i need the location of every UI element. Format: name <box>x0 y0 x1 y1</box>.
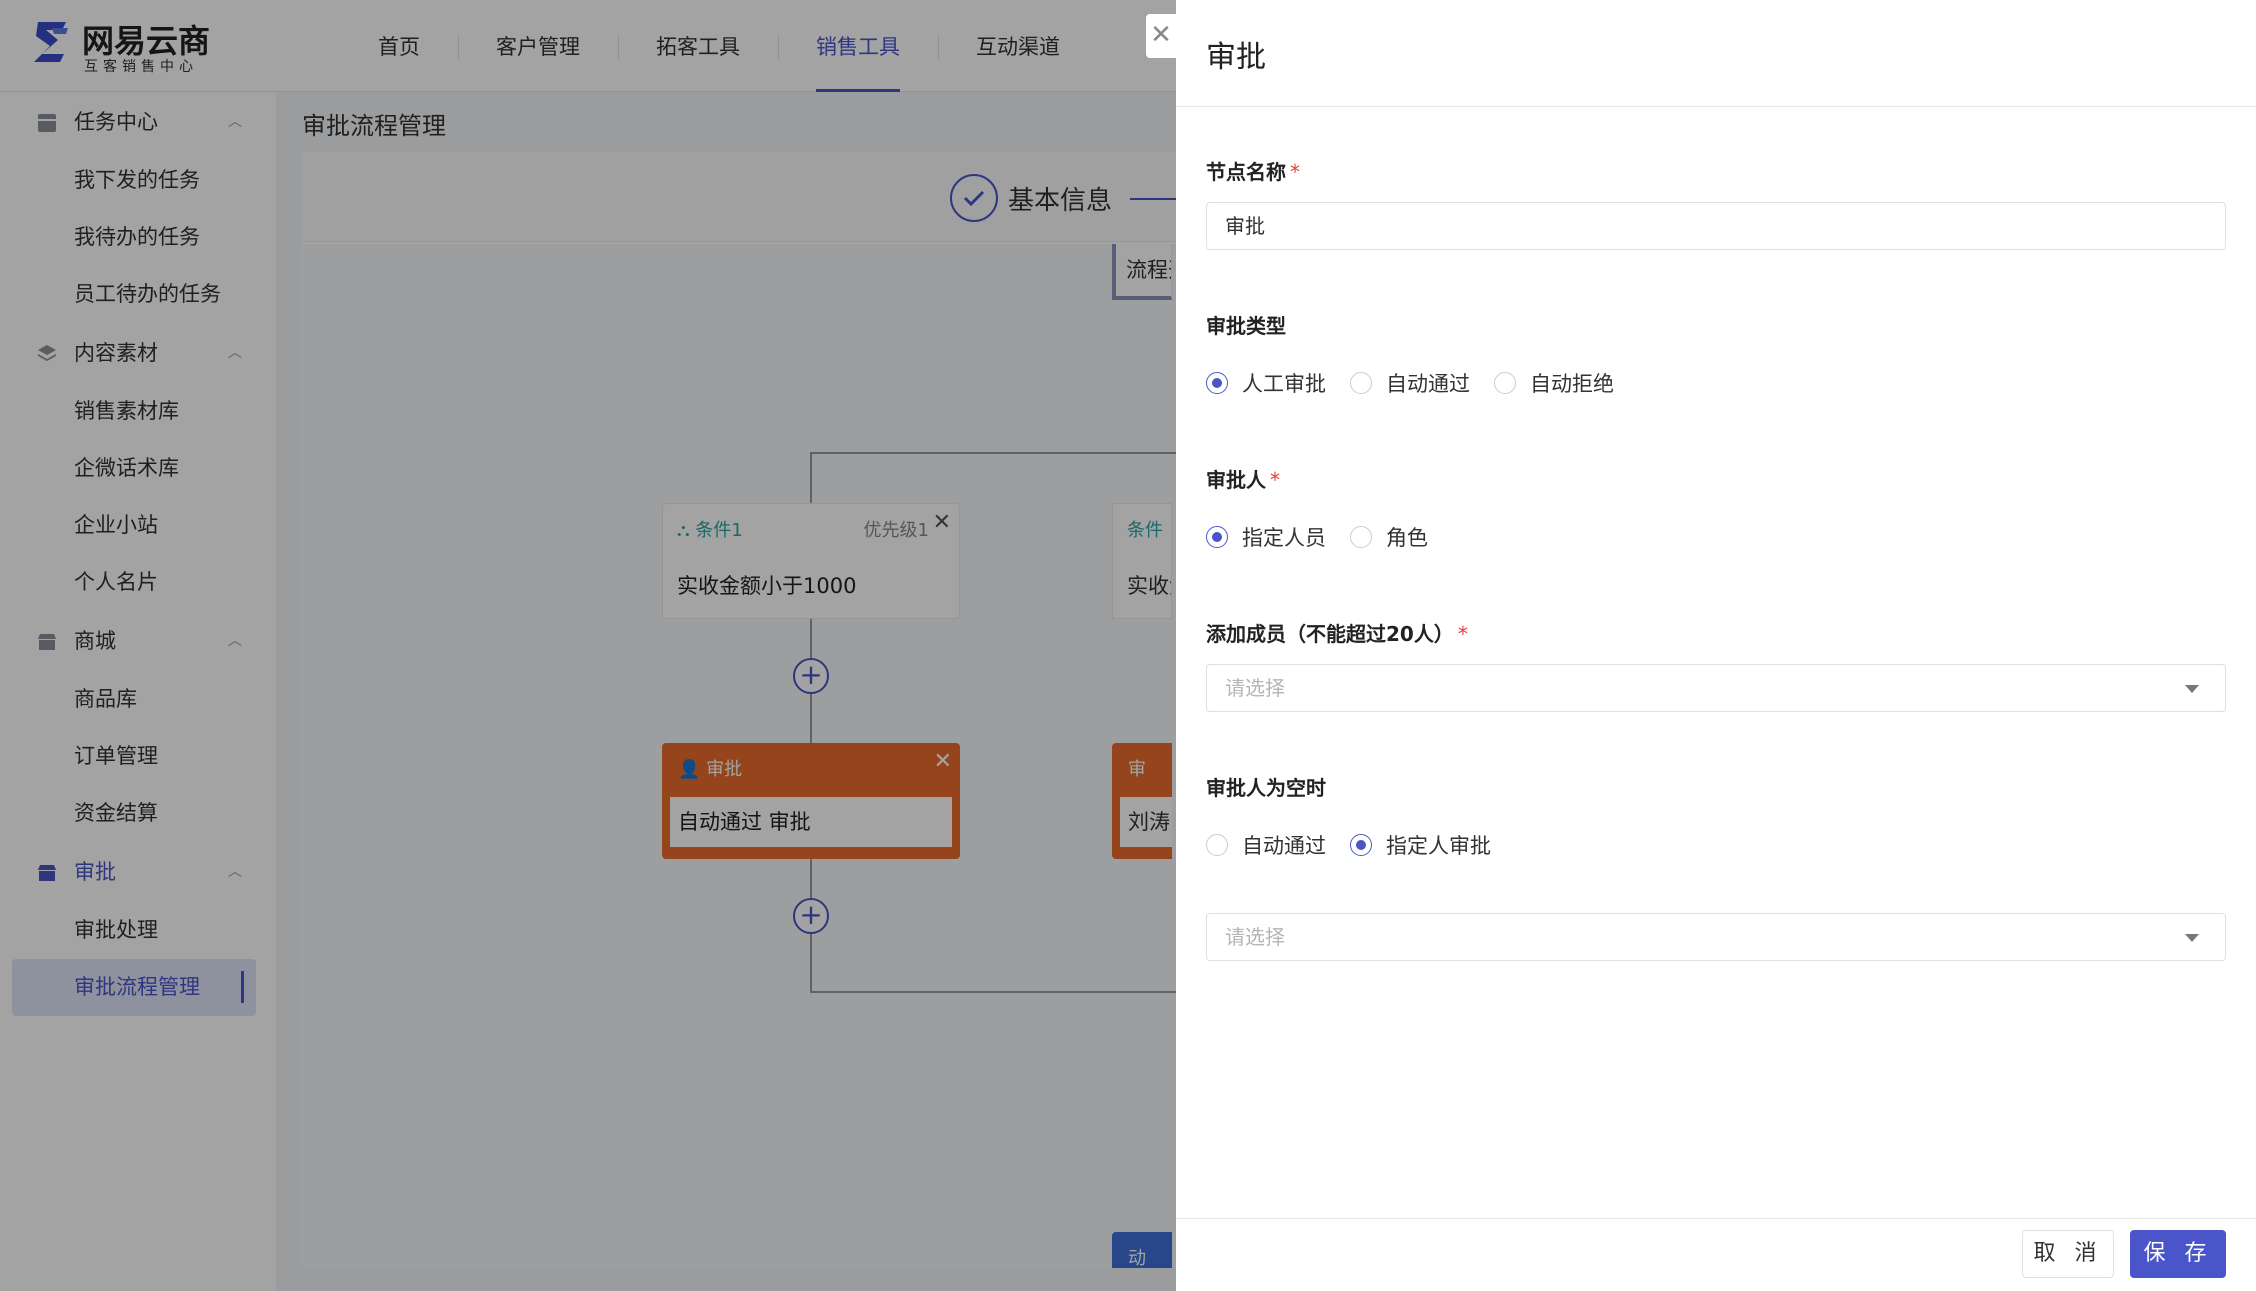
drawer-title: 审批 <box>1206 40 1266 75</box>
drawer-close-icon[interactable]: ✕ <box>1146 14 1176 58</box>
approver-radio-group: 指定人员 角色 <box>1206 522 1452 552</box>
node-name-label: 节点名称 * <box>1206 160 1300 184</box>
members-select[interactable]: 请选择 <box>1206 664 2226 712</box>
caret-down-icon <box>2185 685 2199 693</box>
cancel-button[interactable]: 取 消 <box>2022 1230 2114 1278</box>
empty-approver-radio-group: 自动通过 指定人审批 <box>1206 830 1515 860</box>
radio-manual-approval[interactable]: 人工审批 <box>1206 368 1326 398</box>
node-name-input[interactable]: 审批 <box>1206 202 2226 250</box>
divider <box>1176 1218 2256 1219</box>
approval-drawer: 审批 节点名称 * 审批 审批类型 人工审批 自动通过 自动拒绝 审批人 * 指定人… <box>1176 0 2256 1291</box>
app-root: 网易云商 互客销售中心 首页 客户管理 拓客工具 销售工具 互动渠道 任务中心 … <box>0 0 2256 1291</box>
radio-auto-pass[interactable]: 自动通过 <box>1350 368 1470 398</box>
members-label: 添加成员（不能超过20人） * <box>1206 622 1468 646</box>
empty-approver-label: 审批人为空时 <box>1206 776 1326 800</box>
divider <box>1176 106 2256 107</box>
radio-auto-reject[interactable]: 自动拒绝 <box>1494 368 1614 398</box>
approver-label: 审批人 * <box>1206 468 1280 492</box>
radio-empty-auto-pass[interactable]: 自动通过 <box>1206 830 1326 860</box>
approval-type-label: 审批类型 <box>1206 314 1286 338</box>
caret-down-icon <box>2185 934 2199 942</box>
radio-role[interactable]: 角色 <box>1350 522 1428 552</box>
save-button[interactable]: 保 存 <box>2130 1230 2226 1278</box>
radio-empty-designated[interactable]: 指定人审批 <box>1350 830 1491 860</box>
designated-placeholder: 请选择 <box>1225 925 1285 949</box>
members-placeholder: 请选择 <box>1225 676 1285 700</box>
designated-approver-select[interactable]: 请选择 <box>1206 913 2226 961</box>
radio-designated-person[interactable]: 指定人员 <box>1206 522 1326 552</box>
approval-type-radio-group: 人工审批 自动通过 自动拒绝 <box>1206 368 1638 398</box>
